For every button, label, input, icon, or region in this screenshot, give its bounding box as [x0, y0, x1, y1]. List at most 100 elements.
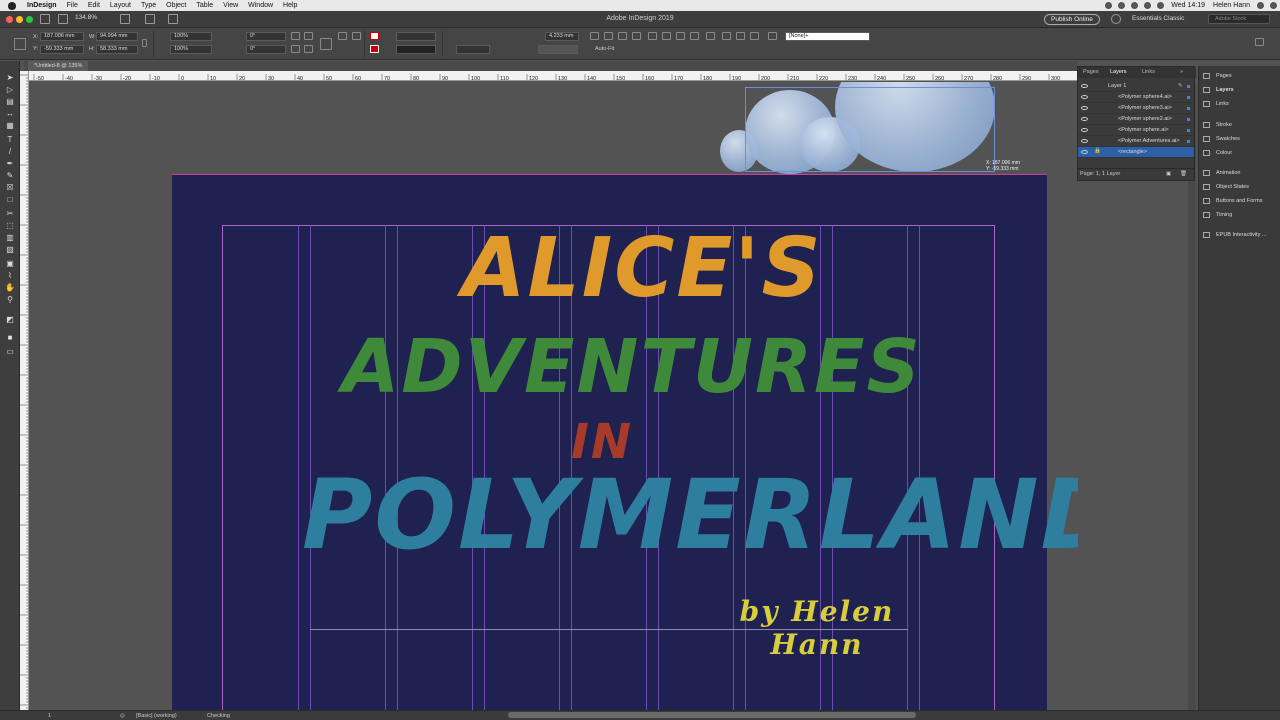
panel-object-states[interactable]: Object States: [1203, 182, 1249, 193]
lock-icon[interactable]: 🔒: [1094, 148, 1101, 154]
direct-selection-tool-icon[interactable]: ▷: [5, 85, 15, 94]
workspace-switcher[interactable]: Essentials Classic: [1132, 15, 1184, 22]
selection-dot[interactable]: [1187, 118, 1190, 121]
preflight-profile[interactable]: [Basic] (working): [136, 713, 177, 719]
document-page[interactable]: ALICE'S ADVENTURES IN POLYMERLAND by Hel…: [172, 174, 1078, 710]
panel-swatches[interactable]: Swatches: [1203, 134, 1240, 145]
menu-view[interactable]: View: [218, 0, 243, 11]
cover-title-line1[interactable]: ALICE'S: [462, 223, 821, 315]
screen-mode-tool-icon[interactable]: ▭: [5, 347, 15, 356]
pen-tool-icon[interactable]: ✒: [5, 159, 15, 168]
layer-item-row[interactable]: <Polymer sphere3.ai>: [1078, 103, 1194, 114]
panel-timing[interactable]: Timing: [1203, 210, 1232, 221]
selection-dot[interactable]: [1187, 129, 1190, 132]
visibility-eye-icon[interactable]: [1081, 117, 1088, 121]
rotate-ccw-icon[interactable]: [304, 32, 313, 40]
adobe-stock-search[interactable]: Adobe Stock: [1208, 14, 1270, 24]
visibility-eye-icon[interactable]: [1081, 139, 1088, 143]
panel-animation[interactable]: Animation: [1203, 168, 1240, 179]
menu-table[interactable]: Table: [191, 0, 218, 11]
menu-object[interactable]: Object: [161, 0, 191, 11]
opacity-field[interactable]: [456, 45, 490, 54]
constrain-proportions-icon[interactable]: [142, 39, 147, 47]
tab-pages[interactable]: Pages: [1083, 69, 1099, 75]
gradient-swatch-tool-icon[interactable]: ▥: [5, 233, 15, 242]
panel-menu-icon[interactable]: [1255, 38, 1264, 46]
flip-vertical-icon[interactable]: [304, 45, 313, 53]
new-layer-icon[interactable]: ▣: [1166, 171, 1171, 177]
selection-tool-icon[interactable]: ➤: [5, 73, 15, 82]
layer-item-row[interactable]: <Polymer sphere4.ai>: [1078, 92, 1194, 103]
y-field[interactable]: -59.333 mm: [40, 45, 84, 54]
lightbulb-icon[interactable]: [1111, 14, 1121, 24]
apply-color-icon[interactable]: ■: [5, 333, 15, 342]
stroke-weight-dropdown[interactable]: [396, 32, 436, 41]
distribute-left-icon[interactable]: [722, 32, 731, 40]
distribute-center-icon[interactable]: [690, 32, 699, 40]
panel-links[interactable]: Links: [1203, 99, 1229, 110]
cover-title-line2[interactable]: ADVENTURES: [342, 325, 920, 409]
panel-collapse-icon[interactable]: »: [1180, 69, 1183, 75]
layer-item-row-selected[interactable]: 🔒 <rectangle>: [1078, 147, 1194, 158]
panel-epub-interactivity[interactable]: EPUB Interactivity ...: [1203, 230, 1266, 241]
stroke-weight-field[interactable]: 4.233 mm: [545, 32, 579, 41]
auto-fit-checkbox[interactable]: Auto-Fit: [595, 46, 614, 52]
cloud-icon[interactable]: [1118, 2, 1126, 9]
selection-dot[interactable]: [1187, 140, 1190, 143]
corner-options-dropdown[interactable]: [538, 45, 578, 54]
align-right-icon[interactable]: [618, 32, 627, 40]
reference-point-icon[interactable]: [14, 38, 26, 50]
stroke-swatch[interactable]: [370, 45, 379, 53]
cover-byline[interactable]: by Helen Hann: [737, 595, 897, 661]
select-container-icon[interactable]: [338, 32, 347, 40]
align-left-icon[interactable]: [590, 32, 599, 40]
scissors-tool-icon[interactable]: ✂: [5, 209, 15, 218]
fill-none-swatch[interactable]: [370, 32, 379, 40]
tab-layers[interactable]: Layers: [1110, 69, 1127, 75]
panel-stroke[interactable]: Stroke: [1203, 120, 1232, 131]
rectangle-tool-icon[interactable]: □: [5, 195, 15, 204]
visibility-eye-icon[interactable]: [1081, 106, 1088, 110]
menu-window[interactable]: Window: [243, 0, 278, 11]
hand-tool-icon[interactable]: ✋: [5, 283, 15, 292]
menubar-clock[interactable]: Wed 14:19: [1167, 2, 1209, 9]
distribute-horizontal-icon[interactable]: [736, 32, 745, 40]
gradient-feather-tool-icon[interactable]: ▧: [5, 245, 15, 254]
eyedropper-tool-icon[interactable]: ⌇: [5, 271, 15, 280]
page-number-field[interactable]: 1: [48, 713, 51, 719]
text-wrap-icon[interactable]: [768, 32, 777, 40]
menu-file[interactable]: File: [62, 0, 83, 11]
selection-dot[interactable]: [1187, 107, 1190, 110]
type-tool-icon[interactable]: T: [5, 135, 15, 144]
selection-bounding-box[interactable]: [745, 87, 995, 172]
height-field[interactable]: 58.333 mm: [96, 45, 138, 54]
rectangle-frame-tool-icon[interactable]: ☒: [5, 183, 15, 192]
panel-colour[interactable]: Colour: [1203, 148, 1232, 159]
content-type-icon[interactable]: [320, 38, 332, 50]
fill-stroke-swatch-icon[interactable]: ◩: [5, 315, 15, 324]
distribute-top-icon[interactable]: [676, 32, 685, 40]
layer-item-row[interactable]: <Polymer Adventures.ai>: [1078, 136, 1194, 147]
menu-layout[interactable]: Layout: [105, 0, 136, 11]
scale-y-field[interactable]: 100%: [170, 45, 212, 54]
publish-online-button[interactable]: Publish Online: [1044, 14, 1100, 25]
rotate-cw-icon[interactable]: [291, 32, 300, 40]
visibility-eye-icon[interactable]: [1081, 95, 1088, 99]
layer-item-row[interactable]: <Polymer sphere2.ai>: [1078, 114, 1194, 125]
panel-layers[interactable]: Layers: [1203, 85, 1234, 96]
tab-links[interactable]: Links: [1142, 69, 1155, 75]
selection-dot[interactable]: [1187, 96, 1190, 99]
width-field[interactable]: 94.994 mm: [96, 32, 138, 41]
distribute-right-icon[interactable]: [750, 32, 759, 40]
search-icon[interactable]: [1257, 2, 1264, 9]
free-transform-tool-icon[interactable]: ⬚: [5, 221, 15, 230]
visibility-eye-icon[interactable]: [1081, 84, 1088, 88]
zoom-tool-icon[interactable]: ⚲: [5, 295, 15, 304]
visibility-eye-icon[interactable]: [1081, 128, 1088, 132]
menu-type[interactable]: Type: [136, 0, 161, 11]
layer-item-row[interactable]: <Polymer sphere.ai>: [1078, 125, 1194, 136]
panel-pages[interactable]: Pages: [1203, 71, 1232, 82]
delete-layer-icon[interactable]: 🗑: [1180, 171, 1187, 177]
align-center-icon[interactable]: [604, 32, 613, 40]
note-tool-icon[interactable]: ▣: [5, 259, 15, 268]
